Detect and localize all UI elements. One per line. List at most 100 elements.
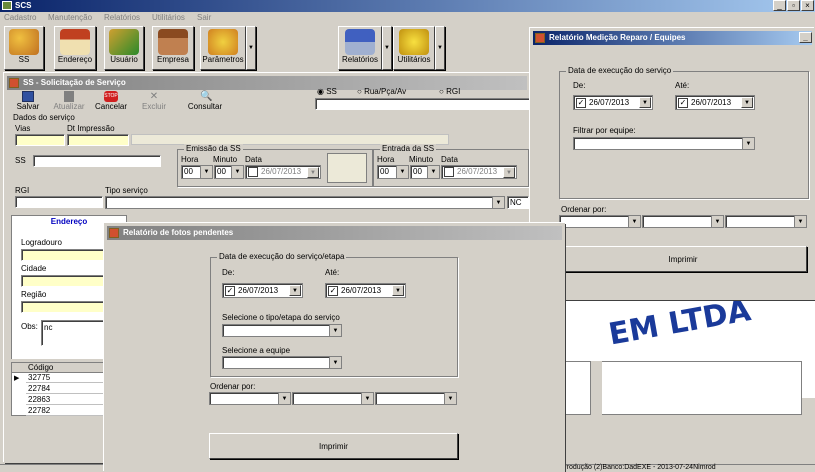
checkbox[interactable] <box>444 167 454 177</box>
chevron-down-icon: ▼ <box>361 393 373 404</box>
radio-rgi[interactable]: ○ RGI <box>439 87 460 96</box>
menu-manutencao[interactable]: Manutenção <box>48 13 92 22</box>
excluir-button[interactable]: ✕ Excluir <box>139 91 169 111</box>
radio-ss[interactable]: ◉ SS <box>317 87 337 96</box>
toolbar-utilitarios-dropdown[interactable]: ▼ <box>435 26 445 70</box>
app-title: SCS <box>15 1 32 10</box>
entrada-date-picker[interactable]: 26/07/2013 ▼ <box>441 165 517 179</box>
entrada-minuto-label: Minuto <box>409 155 434 164</box>
emissao-hora-select[interactable]: 00 ▼ <box>181 165 213 179</box>
excluir-label: Excluir <box>141 102 166 111</box>
table-row[interactable]: 32775 <box>26 373 108 383</box>
medicao-title-bar[interactable]: Relatório Medição Reparo / Equipes _ <box>533 31 812 45</box>
emissao-date-value: 26/07/2013 <box>261 167 302 176</box>
ss-field[interactable] <box>33 155 161 167</box>
medicao-ate-value: 26/07/2013 <box>691 98 732 107</box>
fotos-de-date-picker[interactable]: ✓ 26/07/2013 ▼ <box>222 283 303 298</box>
chevron-down-icon: ▼ <box>444 393 456 404</box>
toolbar-relatorios-dropdown[interactable]: ▼ <box>382 26 392 70</box>
toolbar-relatorios-button[interactable]: Relatórios <box>338 26 382 70</box>
table-row[interactable]: 22863 <box>26 395 108 405</box>
menu-bar: Cadastro Manutenção Relatórios Utilitári… <box>0 12 815 24</box>
row-pointer-icon: ▶ <box>14 375 20 382</box>
consultar-button[interactable]: 🔍 Consultar <box>185 91 225 111</box>
radio-rua[interactable]: ○ Rua/Pça/Av <box>357 87 406 96</box>
nc-field[interactable]: NC <box>507 196 529 209</box>
menu-relatorios[interactable]: Relatórios <box>104 13 140 22</box>
vias-field[interactable] <box>15 134 65 146</box>
fotos-equipe-select[interactable]: ▼ <box>222 356 342 369</box>
table-row[interactable]: 22782 <box>26 406 108 416</box>
entrada-date-value: 26/07/2013 <box>457 167 498 176</box>
cancelar-button[interactable]: STOP Cancelar <box>93 91 129 111</box>
window-icon <box>9 78 19 88</box>
logradouro-field[interactable] <box>21 249 107 261</box>
medicao-ordenar-select-2[interactable]: ▼ <box>642 215 724 228</box>
checkbox-checked[interactable]: ✓ <box>678 98 688 108</box>
toolbar-parametros-button[interactable]: Parâmetros <box>200 26 246 70</box>
chevron-down-icon: ▼ <box>289 285 301 296</box>
entrada-hora-select[interactable]: 00 ▼ <box>377 165 409 179</box>
emissao-hora-value: 00 <box>184 167 193 176</box>
toolbar-empresa-button[interactable]: Empresa <box>152 26 194 70</box>
chevron-down-icon: ▼ <box>628 216 640 227</box>
fotos-ordenar-select-1[interactable]: ▼ <box>209 392 291 405</box>
fotos-title-text: Relatório de fotos pendentes <box>123 228 234 237</box>
fotos-ate-label: Até: <box>325 268 340 277</box>
entrada-minuto-select[interactable]: 00 ▼ <box>410 165 440 179</box>
toolbar-endereco-button[interactable]: Endereço <box>54 26 96 70</box>
checkbox-checked[interactable]: ✓ <box>576 98 586 108</box>
tipo-servico-select[interactable]: ▼ <box>105 196 505 209</box>
toolbar-usuario-button[interactable]: Usuário <box>104 26 144 70</box>
medicao-ordenar-select-1[interactable]: ▼ <box>559 215 641 228</box>
toolbar-parametros-dropdown[interactable]: ▼ <box>246 26 256 70</box>
checkbox-checked[interactable]: ✓ <box>225 286 235 296</box>
rgi-field[interactable] <box>15 196 103 208</box>
cidade-field[interactable] <box>21 275 107 287</box>
chevron-down-icon: ▼ <box>329 325 341 336</box>
fotos-ordenar-select-2[interactable]: ▼ <box>292 392 374 405</box>
fotos-imprimir-button[interactable]: Imprimir <box>209 433 458 459</box>
restore-button[interactable]: ▫ <box>787 0 800 11</box>
medicao-ordenar-select-3[interactable]: ▼ <box>725 215 807 228</box>
minimize-button[interactable]: _ <box>773 0 786 11</box>
regiao-field[interactable] <box>21 301 107 313</box>
radio-icon: ○ <box>357 87 362 96</box>
atualizar-button[interactable]: Atualizar <box>51 91 87 111</box>
medicao-ate-date-picker[interactable]: ✓ 26/07/2013 ▼ <box>675 95 755 110</box>
medicao-imprimir-button[interactable]: Imprimir <box>559 246 807 272</box>
grid-scrollbar[interactable] <box>590 361 602 415</box>
cidade-label: Cidade <box>21 264 47 273</box>
fotos-tipo-select[interactable]: ▼ <box>222 324 342 337</box>
fotos-title-bar[interactable]: Relatório de fotos pendentes <box>107 226 562 240</box>
window-icon <box>109 228 119 238</box>
checkbox-checked[interactable]: ✓ <box>328 286 338 296</box>
emissao-minuto-select[interactable]: 00 ▼ <box>214 165 244 179</box>
medicao-equipe-select[interactable]: ▼ <box>573 137 755 150</box>
fotos-ate-date-picker[interactable]: ✓ 26/07/2013 ▼ <box>325 283 406 298</box>
menu-cadastro[interactable]: Cadastro <box>4 13 36 22</box>
checkbox[interactable] <box>248 167 258 177</box>
chevron-down-icon: ▼ <box>742 138 754 149</box>
fotos-ordenar-select-3[interactable]: ▼ <box>375 392 457 405</box>
minimize-button[interactable]: _ <box>799 32 812 43</box>
toolbar-utilitarios-button[interactable]: Utilitários <box>393 26 435 70</box>
table-row[interactable]: 22784 <box>26 384 108 394</box>
building-icon <box>158 29 188 55</box>
chevron-down-icon: ▼ <box>392 285 404 296</box>
dt-impressao-field[interactable] <box>67 134 129 146</box>
toolbar-ss-button[interactable]: SS <box>4 26 44 70</box>
obs-field[interactable]: nc <box>41 320 107 346</box>
search-input[interactable] <box>315 98 530 110</box>
menu-utilitarios[interactable]: Utilitários <box>152 13 185 22</box>
salvar-button[interactable]: Salvar <box>13 91 43 111</box>
medicao-de-date-picker[interactable]: ✓ 26/07/2013 ▼ <box>573 95 653 110</box>
toolbar-ss-label: SS <box>18 55 30 64</box>
medicao-ate-label: Até: <box>675 81 690 90</box>
close-button[interactable]: × <box>801 0 814 11</box>
medicao-de-value: 26/07/2013 <box>589 98 630 107</box>
emissao-date-picker[interactable]: 26/07/2013 ▼ <box>245 165 321 179</box>
atualizar-label: Atualizar <box>53 102 85 111</box>
menu-sair[interactable]: Sair <box>197 13 211 22</box>
salvar-label: Salvar <box>16 102 40 111</box>
